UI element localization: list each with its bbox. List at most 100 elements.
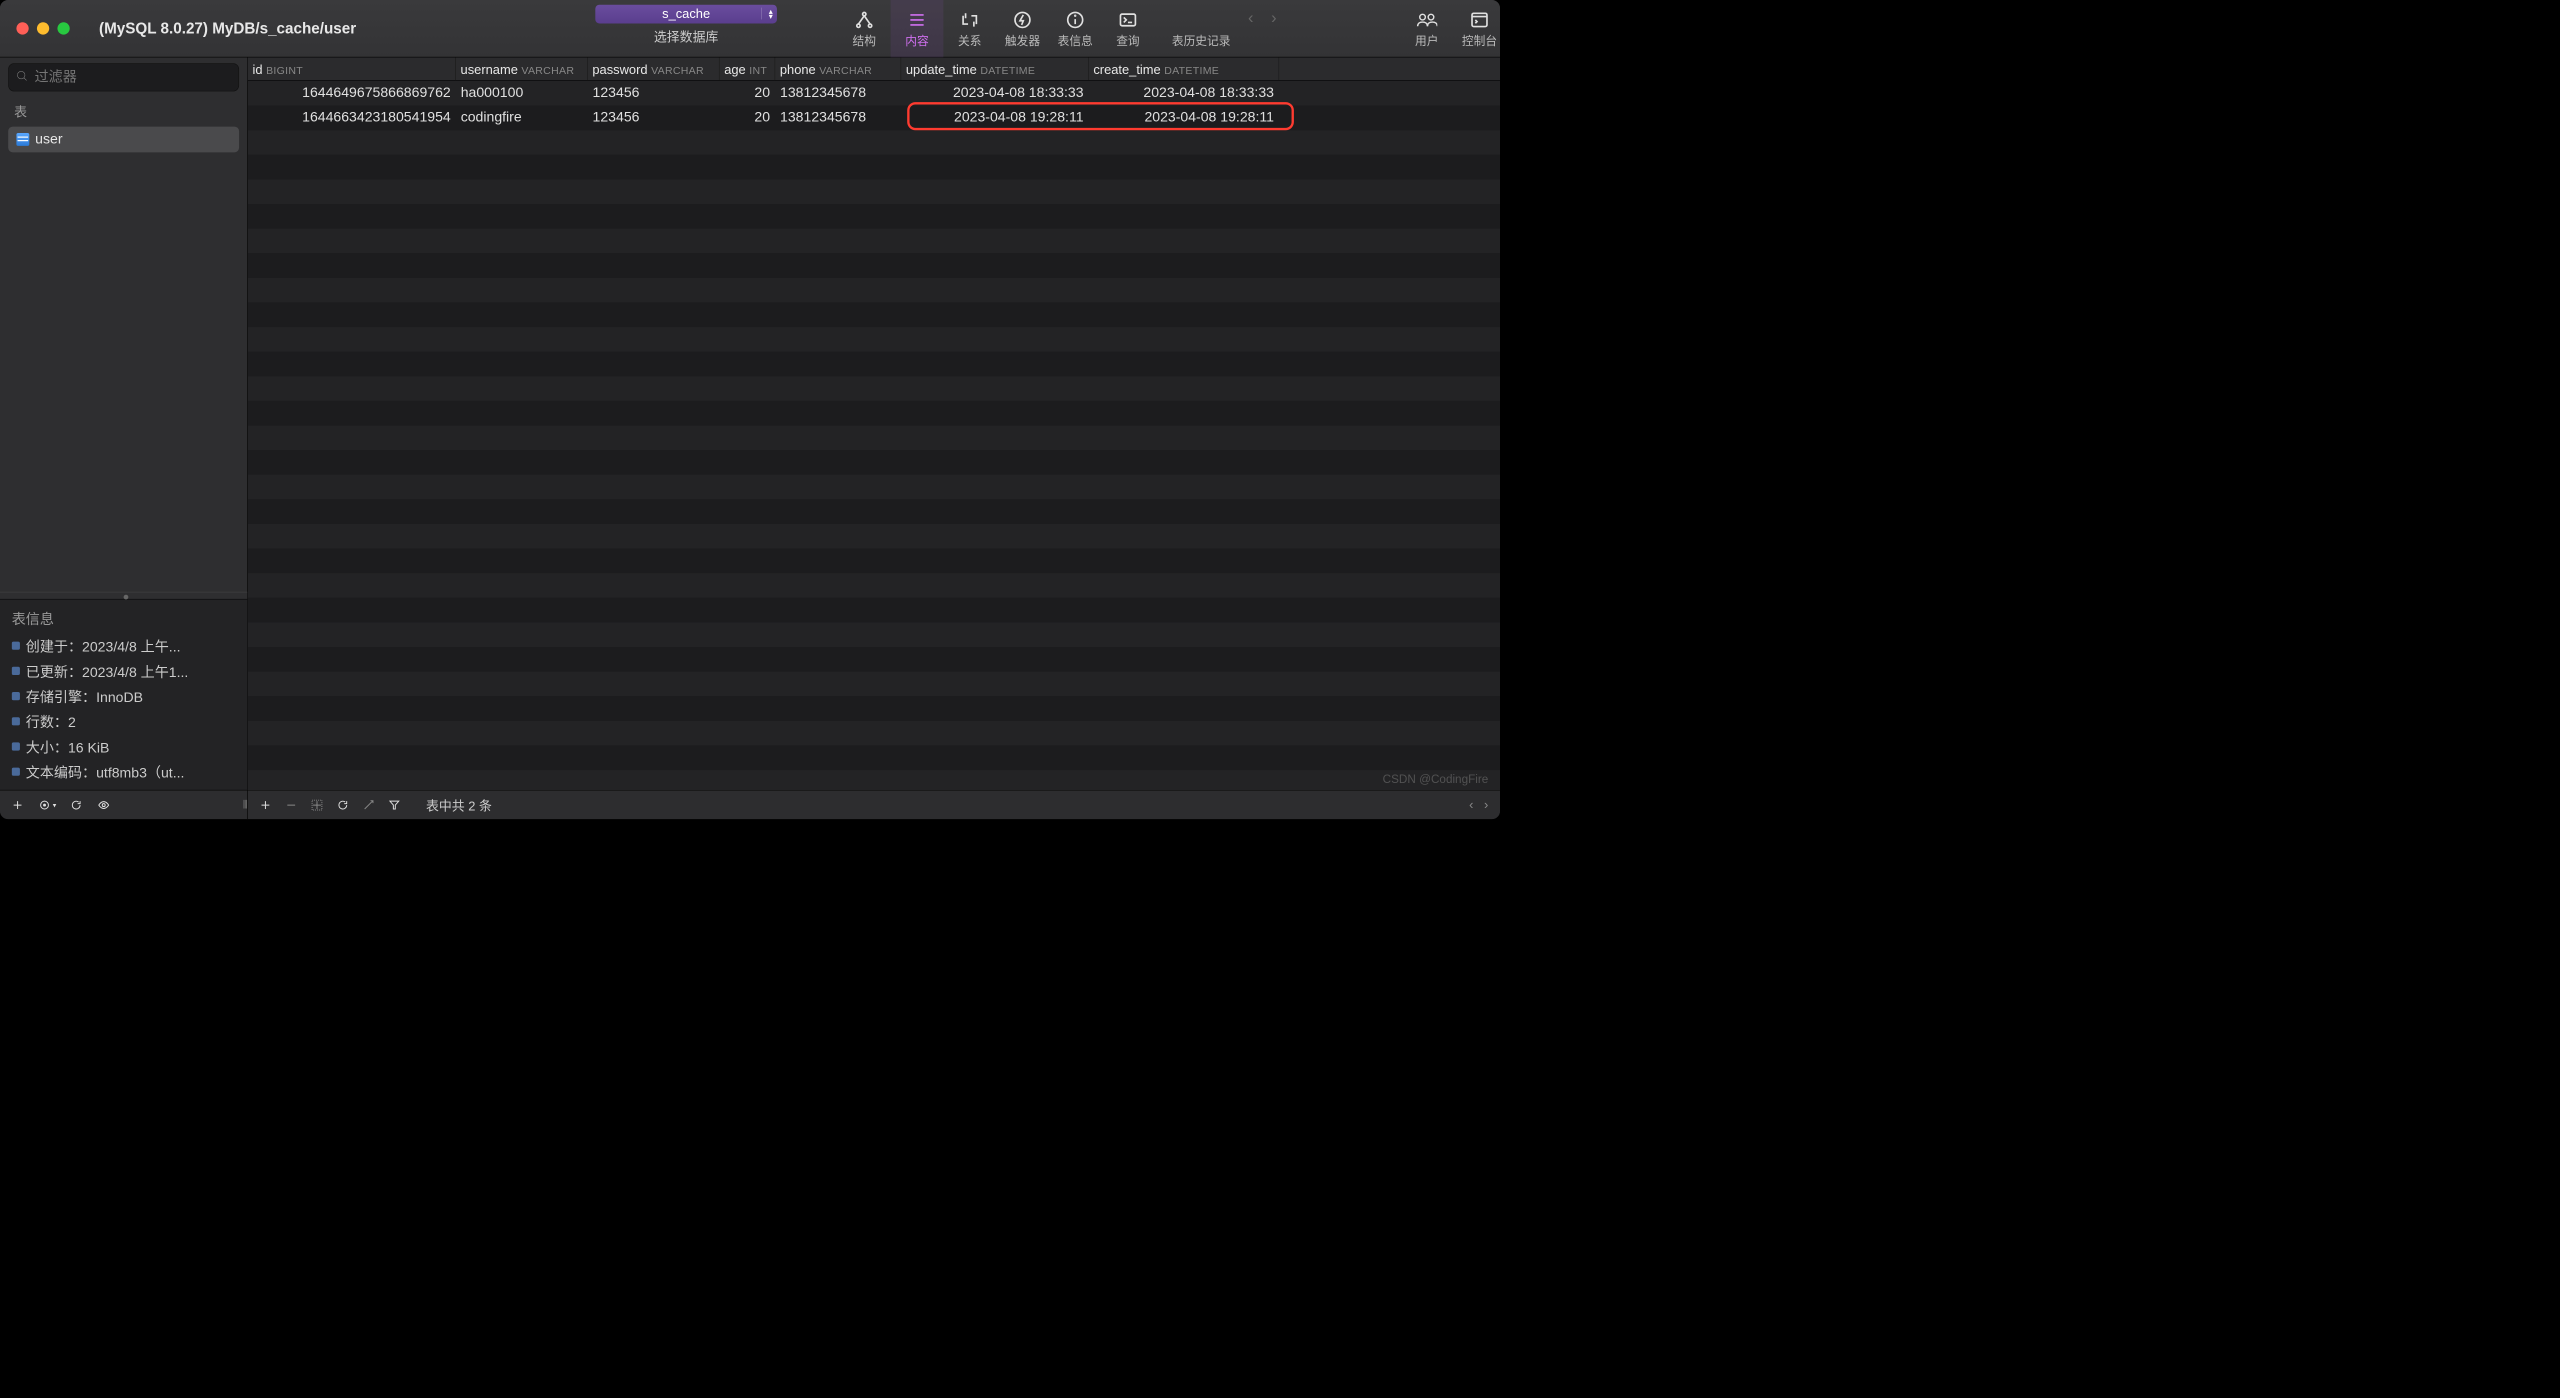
- column-header-phone[interactable]: phone VARCHAR: [775, 57, 901, 80]
- cell-age[interactable]: 20: [720, 81, 776, 106]
- column-header-age[interactable]: age INT: [720, 57, 776, 80]
- column-header-update_time[interactable]: update_time DATETIME: [901, 57, 1089, 80]
- database-selector: s_cache ▴▾ 选择数据库: [595, 5, 777, 46]
- table-body[interactable]: 1644649675866869762ha0001001234562013812…: [248, 81, 1500, 790]
- table-name: user: [35, 131, 62, 147]
- add-button[interactable]: [12, 799, 24, 811]
- table-info-row: 行数：2: [12, 708, 236, 733]
- maximize-window-button[interactable]: [57, 22, 69, 34]
- watermark: CSDN @CodingFire: [1383, 773, 1489, 786]
- cell-id[interactable]: 1644649675866869762: [248, 81, 456, 106]
- users-icon: [1416, 9, 1437, 30]
- toolbar-content[interactable]: 内容: [891, 0, 944, 57]
- toolbar: 结构内容关系触发器表信息查询表历史记录用户 控制台: [838, 0, 1500, 57]
- eye-icon[interactable]: [96, 799, 111, 811]
- table-row[interactable]: 1644649675866869762ha0001001234562013812…: [248, 81, 1500, 106]
- empty-row: [248, 598, 1500, 623]
- database-dropdown[interactable]: s_cache ▴▾: [595, 5, 777, 24]
- cell-password[interactable]: 123456: [588, 81, 720, 106]
- toolbar-triggers[interactable]: 触发器: [996, 0, 1049, 57]
- empty-row: [248, 229, 1500, 254]
- toolbar-query[interactable]: 查询: [1102, 0, 1155, 57]
- toolbar-label: 结构: [853, 31, 876, 48]
- toolbar-label: 控制台: [1462, 31, 1497, 48]
- filter-input[interactable]: [35, 69, 232, 85]
- history-nav: ‹ ›: [1248, 8, 1277, 27]
- close-window-button[interactable]: [16, 22, 28, 34]
- cell-phone[interactable]: 13812345678: [775, 105, 901, 130]
- empty-row: [248, 696, 1500, 721]
- cell-username[interactable]: ha000100: [456, 81, 588, 106]
- cell-password[interactable]: 123456: [588, 105, 720, 130]
- column-type: DATETIME: [980, 64, 1035, 76]
- empty-row: [248, 425, 1500, 450]
- empty-row: [248, 671, 1500, 696]
- empty-row: [248, 179, 1500, 204]
- columns-icon[interactable]: ⫼: [243, 800, 247, 811]
- history-icon: [1191, 9, 1212, 30]
- cell-create_time[interactable]: 2023-04-08 18:33:33: [1089, 81, 1279, 106]
- cell-update_time[interactable]: 2023-04-08 18:33:33: [901, 81, 1089, 106]
- cell-phone[interactable]: 13812345678: [775, 81, 901, 106]
- column-header-create_time[interactable]: create_time DATETIME: [1089, 57, 1279, 80]
- column-name: username: [461, 62, 518, 77]
- tableinfo-icon: [1065, 9, 1086, 30]
- toolbar-relations[interactable]: 关系: [943, 0, 996, 57]
- minimize-window-button[interactable]: [37, 22, 49, 34]
- add-row-button[interactable]: [260, 799, 272, 811]
- table-icon: [16, 133, 29, 146]
- search-icon: [16, 69, 29, 85]
- reload-button[interactable]: [337, 799, 349, 811]
- empty-row: [248, 721, 1500, 746]
- toolbar-label: 关系: [958, 31, 981, 48]
- column-header-username[interactable]: username VARCHAR: [456, 57, 588, 80]
- table-info-text: 文本编码：utf8mb3（ut...: [26, 761, 185, 782]
- toolbar-label: 用户: [1415, 31, 1438, 48]
- table-item-user[interactable]: user: [8, 127, 239, 153]
- nav-forward-button[interactable]: ›: [1271, 8, 1276, 27]
- info-bullet-icon: [12, 641, 20, 649]
- duplicate-row-button[interactable]: [311, 799, 323, 811]
- shuffle-button[interactable]: [363, 799, 375, 811]
- empty-row: [248, 204, 1500, 229]
- column-name: id: [253, 62, 263, 77]
- cell-create_time[interactable]: 2023-04-08 19:28:11: [1089, 105, 1279, 130]
- toolbar-structure[interactable]: 结构: [838, 0, 891, 57]
- filter-search[interactable]: [8, 63, 239, 91]
- toolbar-console[interactable]: 控制台: [1453, 0, 1500, 57]
- empty-row: [248, 573, 1500, 598]
- content-area: id BIGINTusername VARCHARpassword VARCHA…: [248, 57, 1500, 789]
- toolbar-history[interactable]: 表历史记录: [1154, 0, 1248, 57]
- table-header-row: id BIGINTusername VARCHARpassword VARCHA…: [248, 57, 1500, 80]
- delete-row-button[interactable]: [285, 799, 297, 811]
- sidebar-section-header: 表: [0, 96, 247, 124]
- empty-row: [248, 155, 1500, 180]
- empty-row: [248, 327, 1500, 352]
- refresh-button[interactable]: [70, 799, 82, 811]
- filter-button[interactable]: [388, 799, 400, 811]
- toolbar-users[interactable]: 用户: [1400, 0, 1453, 57]
- page-prev-button[interactable]: ‹: [1469, 797, 1473, 812]
- cell-username[interactable]: codingfire: [456, 105, 588, 130]
- sidebar: 表 user 表信息 创建于：2023/4/8 上午...已更新：2023/4/…: [0, 57, 248, 789]
- cell-age[interactable]: 20: [720, 105, 776, 130]
- toolbar-tableinfo[interactable]: 表信息: [1049, 0, 1102, 57]
- page-next-button[interactable]: ›: [1484, 797, 1488, 812]
- sidebar-resize-handle[interactable]: [0, 592, 247, 599]
- titlebar: (MySQL 8.0.27) MyDB/s_cache/user s_cache…: [0, 0, 1500, 57]
- info-bullet-icon: [12, 717, 20, 725]
- empty-row: [248, 376, 1500, 401]
- empty-row: [248, 302, 1500, 327]
- table-row[interactable]: 1644663423180541954codingfire12345620138…: [248, 105, 1500, 130]
- info-bullet-icon: [12, 742, 20, 750]
- column-name: phone: [780, 62, 816, 77]
- cell-update_time[interactable]: 2023-04-08 19:28:11: [901, 105, 1089, 130]
- column-header-id[interactable]: id BIGINT: [248, 57, 456, 80]
- table-info-text: 已更新：2023/4/8 上午1...: [26, 660, 189, 681]
- column-header-password[interactable]: password VARCHAR: [588, 57, 720, 80]
- actions-menu-button[interactable]: ▾: [38, 799, 57, 811]
- chevron-updown-icon: ▴▾: [769, 9, 773, 18]
- cell-id[interactable]: 1644663423180541954: [248, 105, 456, 130]
- table-info-text: 存储引擎：InnoDB: [26, 686, 143, 707]
- nav-back-button[interactable]: ‹: [1248, 8, 1253, 27]
